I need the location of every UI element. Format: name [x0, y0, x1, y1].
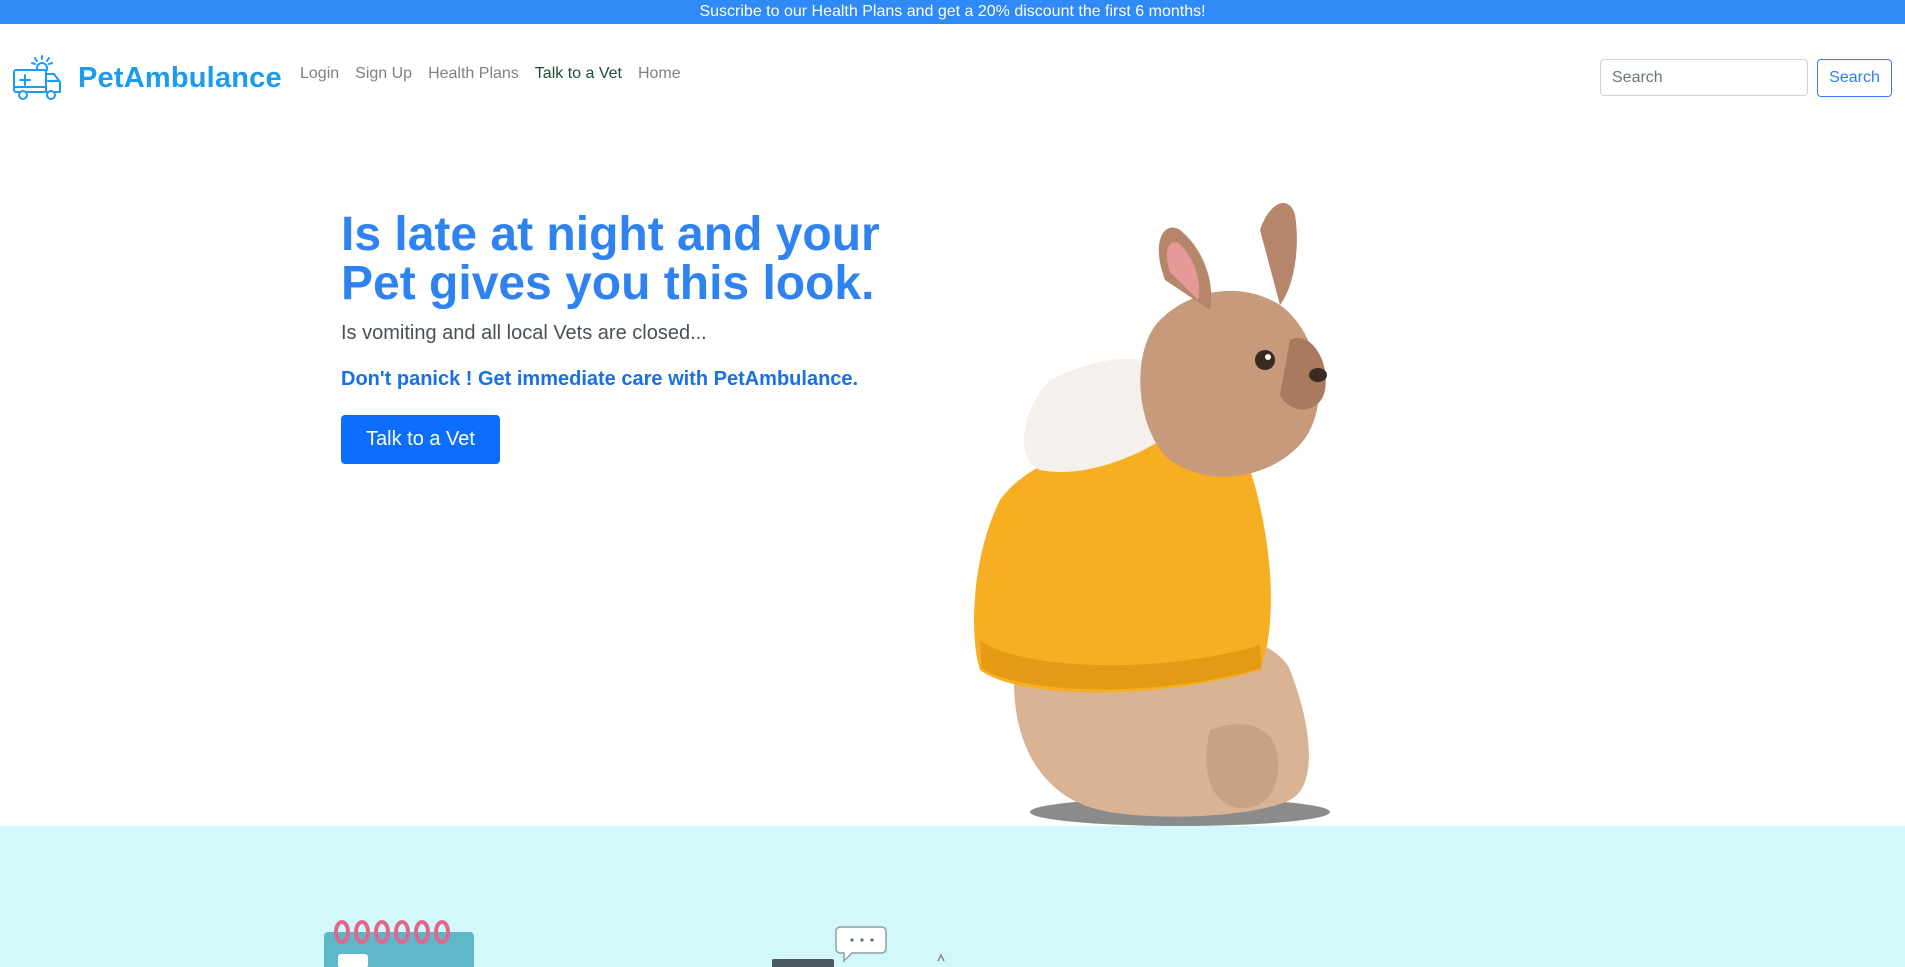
hero-title: Is late at night and your Pet gives you …: [341, 208, 880, 310]
dog-in-hoodie-image: [974, 203, 1330, 826]
ambulance-icon: [13, 55, 61, 100]
hero-subtitle: Is vomiting and all local Vets are close…: [341, 322, 707, 344]
brand-link[interactable]: PetAmbulance: [12, 54, 282, 102]
chat-illustration: [772, 926, 945, 967]
brand-name: PetAmbulance: [78, 61, 282, 94]
search-input[interactable]: [1600, 59, 1808, 96]
nav-link-sign-up[interactable]: Sign Up: [355, 65, 412, 83]
nav-link-health-plans[interactable]: Health Plans: [428, 65, 519, 83]
navbar: PetAmbulance Login Sign Up Health Plans …: [0, 24, 1905, 130]
promo-banner-text: Suscribe to our Health Plans and get a 2…: [699, 3, 1206, 20]
promo-banner: Suscribe to our Health Plans and get a 2…: [0, 0, 1905, 24]
nav-link-talk-to-a-vet[interactable]: Talk to a Vet: [535, 65, 622, 83]
talk-to-a-vet-button[interactable]: Talk to a Vet: [341, 415, 500, 464]
nav-link-login[interactable]: Login: [300, 65, 339, 83]
features-section: [0, 826, 1905, 967]
hero-cta-text: Don't panick ! Get immediate care with P…: [341, 368, 859, 390]
search-button[interactable]: Search: [1817, 59, 1892, 97]
nav-link-home[interactable]: Home: [638, 65, 681, 83]
calendar-illustration: [324, 920, 474, 967]
nav-links: Login Sign Up Health Plans Talk to a Vet…: [300, 65, 697, 83]
